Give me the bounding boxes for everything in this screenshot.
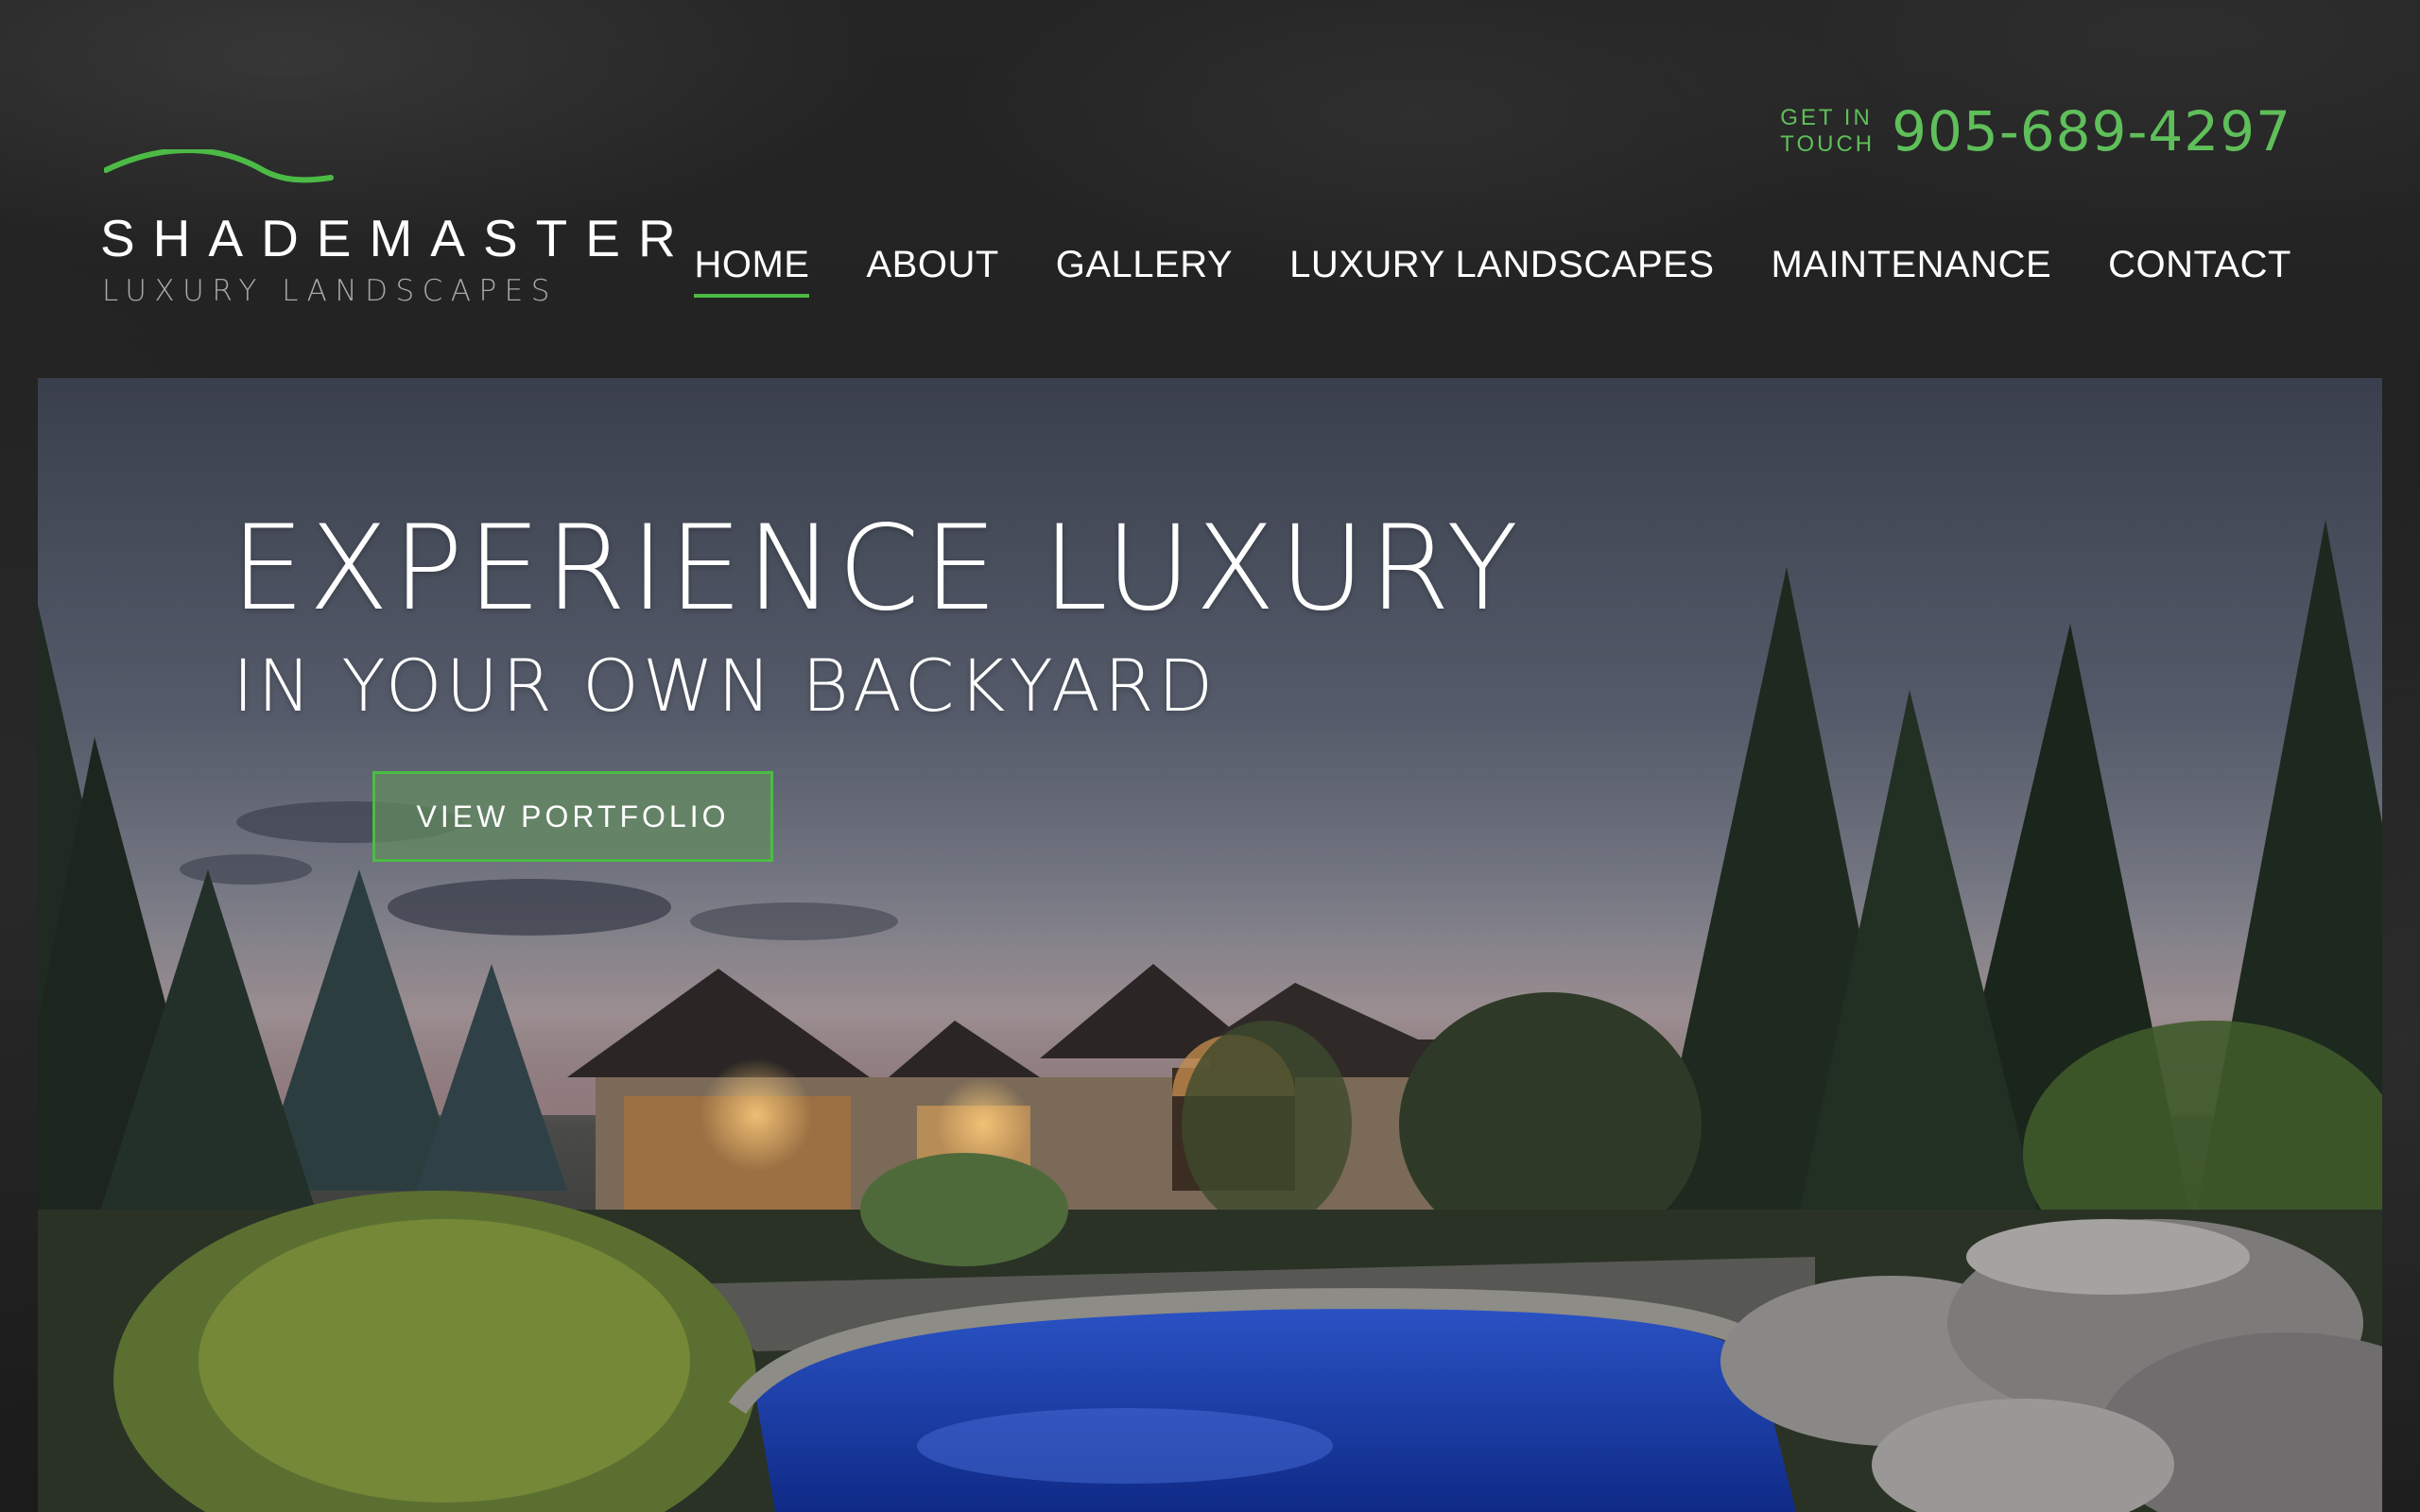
hero-subtitle: IN YOUR OWN BACKYARD	[233, 644, 1218, 728]
nav-item-gallery[interactable]: GALLERY	[1056, 244, 1233, 298]
nav-item-home[interactable]: HOME	[694, 244, 810, 298]
logo[interactable]: SHADEMASTER LUXURY LANDSCAPES	[100, 149, 676, 319]
phone-link[interactable]: 905-689-4297	[1892, 99, 2291, 163]
view-portfolio-button[interactable]: VIEW PORTFOLIO	[372, 771, 773, 862]
contact-label-line2: TOUCH	[1780, 131, 1876, 157]
nav-item-luxury-landscapes[interactable]: LUXURY LANDSCAPES	[1289, 244, 1714, 298]
contact-label-line1: GET IN	[1780, 105, 1873, 130]
nav-item-maintenance[interactable]: MAINTENANCE	[1772, 244, 2052, 298]
nav-item-contact[interactable]: CONTACT	[2108, 244, 2291, 298]
contact-block: GET IN TOUCH 905-689-4297	[1780, 99, 2291, 163]
hero-title: EXPERIENCE LUXURY	[231, 501, 1522, 637]
hero-banner: EXPERIENCE LUXURY IN YOUR OWN BACKYARD V…	[38, 378, 2382, 1512]
green-arc-icon	[104, 149, 334, 183]
brand-name: SHADEMASTER	[100, 209, 694, 267]
page: SHADEMASTER LUXURY LANDSCAPES GET IN TOU…	[0, 0, 2420, 1512]
nav-item-about[interactable]: ABOUT	[866, 244, 998, 298]
main-nav: HOME ABOUT GALLERY LUXURY LANDSCAPES MAI…	[694, 244, 2291, 298]
brand-tagline: LUXURY LANDSCAPES	[102, 274, 558, 308]
contact-label: GET IN TOUCH	[1780, 105, 1875, 158]
